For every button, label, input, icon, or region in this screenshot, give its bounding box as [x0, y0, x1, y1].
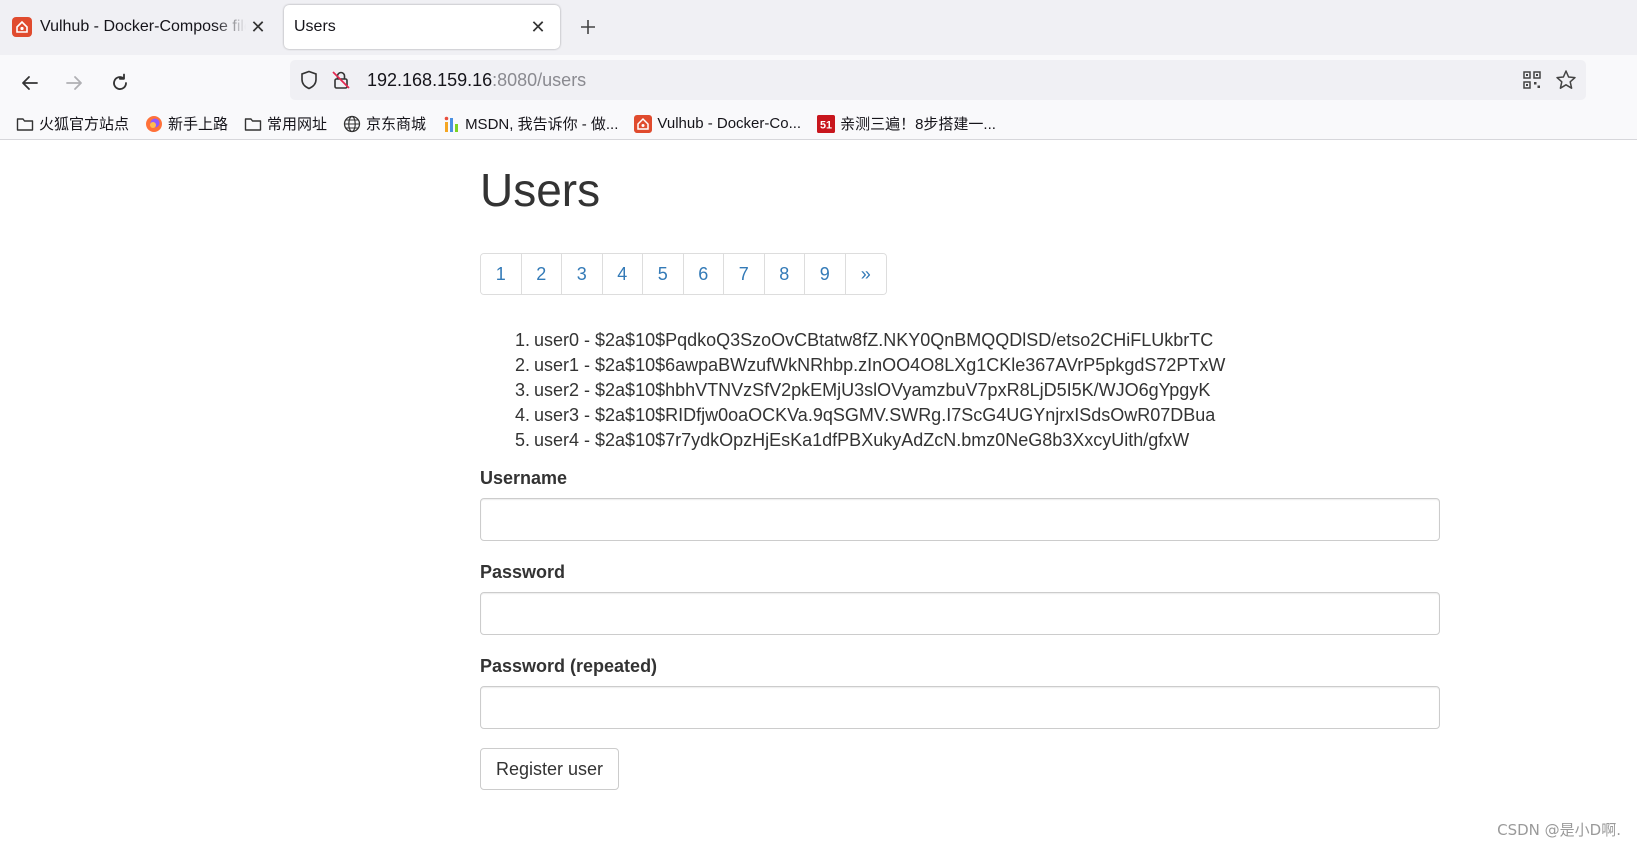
bookmark-item[interactable]: MSDN, 我告诉你 - 做...	[442, 113, 618, 134]
folder-icon	[16, 115, 34, 133]
page-link-6[interactable]: 6	[683, 254, 724, 294]
page-link-7[interactable]: 7	[724, 254, 765, 294]
globe-icon	[343, 115, 361, 133]
username-label: Username	[480, 468, 568, 488]
user-list: 1. user0 - $2a$10$PqdkoQ3SzoOvCBtatw8fZ.N…	[480, 328, 1440, 453]
tab-title: Vulhub - Docker-Compose file for vulnera…	[40, 18, 246, 35]
reload-button[interactable]	[104, 67, 136, 99]
new-tab-button[interactable]	[575, 14, 601, 40]
svg-text:51: 51	[820, 119, 832, 131]
page-link-2[interactable]: 2	[521, 254, 562, 294]
shield-icon[interactable]	[297, 68, 321, 92]
list-item: 3. user2 - $2a$10$hbhVTNVzSfV2pkEMjU3slOV…	[514, 380, 1211, 400]
vulhub-icon	[634, 114, 653, 133]
tab-vulhub[interactable]: Vulhub - Docker-Compose file for vulnera…	[0, 5, 280, 49]
arrow-right-icon	[66, 76, 82, 90]
forward-button[interactable]	[58, 67, 90, 99]
bookmark-item[interactable]: 火狐官方站点	[16, 113, 129, 134]
close-icon[interactable]: ✕	[526, 15, 550, 39]
bookmarks-toolbar: 火狐官方站点 新手上路 常用网址 京东商城 MSDN, 我告诉你 - 做... …	[0, 108, 1637, 140]
vulhub-icon	[12, 17, 32, 37]
plus-icon	[581, 20, 595, 34]
back-button[interactable]	[14, 67, 46, 99]
list-item: 4. user3 - $2a$10$RIDfjw0oaOCKVa.9qSGMV.S…	[514, 405, 1216, 425]
password-group: Password	[480, 561, 1440, 635]
star-icon[interactable]	[1554, 68, 1578, 92]
password-input[interactable]	[480, 592, 1440, 635]
password-repeat-label: Password (repeated)	[480, 656, 658, 676]
page-link-4[interactable]: 4	[602, 254, 643, 294]
bookmark-item[interactable]: 京东商城	[343, 113, 426, 134]
page-link-3[interactable]: 3	[562, 254, 603, 294]
list-item: 1. user0 - $2a$10$PqdkoQ3SzoOvCBtatw8fZ.N…	[514, 330, 1214, 350]
page-link-1[interactable]: 1	[481, 254, 522, 294]
page-link-9[interactable]: 9	[805, 254, 846, 294]
insecure-lock-icon[interactable]	[329, 68, 353, 92]
page-content: Users 1 2 3 4 5 6 7 8 9 » 1. user0 - $2a$…	[0, 141, 1637, 846]
arrow-left-icon	[22, 76, 38, 90]
username-group: Username	[480, 467, 1440, 541]
51cto-icon: 51	[817, 114, 836, 133]
page-link-8[interactable]: 8	[764, 254, 805, 294]
url-text[interactable]: 192.168.159.16:8080/users	[367, 70, 586, 91]
tab-users[interactable]: Users ✕	[284, 5, 560, 49]
page-link-5[interactable]: 5	[643, 254, 684, 294]
register-form: Username Password Password (repeated) Re…	[480, 467, 1440, 790]
bookmark-item[interactable]: 新手上路	[145, 113, 228, 134]
msdn-icon	[442, 115, 460, 133]
username-input[interactable]	[480, 498, 1440, 541]
close-icon[interactable]: ✕	[246, 15, 270, 39]
address-bar[interactable]: 192.168.159.16:8080/users	[290, 60, 1586, 100]
page-link-next[interactable]: »	[845, 254, 886, 294]
password-repeat-group: Password (repeated)	[480, 655, 1440, 729]
bookmark-item[interactable]: 常用网址	[244, 113, 327, 134]
tab-bar: Vulhub - Docker-Compose file for vulnera…	[0, 0, 1637, 55]
register-user-button[interactable]: Register user	[480, 748, 620, 790]
reload-icon	[113, 73, 127, 90]
watermark: CSDN @是小D啊.	[1497, 821, 1621, 839]
page-title: Users	[480, 164, 601, 216]
tab-title: Users	[294, 18, 336, 35]
folder-icon	[244, 115, 262, 133]
list-item: 5. user4 - $2a$10$7r7ydkOpzHjEsKa1dfPBXuk…	[514, 430, 1190, 450]
firefox-icon	[145, 115, 163, 133]
bookmark-item[interactable]: 51 亲测三遍！8步搭建一...	[817, 113, 996, 134]
bookmark-item[interactable]: Vulhub - Docker-Co...	[634, 114, 801, 133]
navigation-toolbar: 192.168.159.16:8080/users	[0, 55, 1637, 110]
content-container: Users 1 2 3 4 5 6 7 8 9 » 1. user0 - $2a$…	[480, 141, 1440, 790]
qr-code-icon[interactable]	[1520, 68, 1544, 92]
password-repeat-input[interactable]	[480, 686, 1440, 729]
list-item: 2. user1 - $2a$10$6awpaBWzufWkNRhbp.zInOO…	[514, 355, 1226, 375]
pagination: 1 2 3 4 5 6 7 8 9 »	[480, 253, 887, 295]
password-label: Password	[480, 562, 566, 582]
